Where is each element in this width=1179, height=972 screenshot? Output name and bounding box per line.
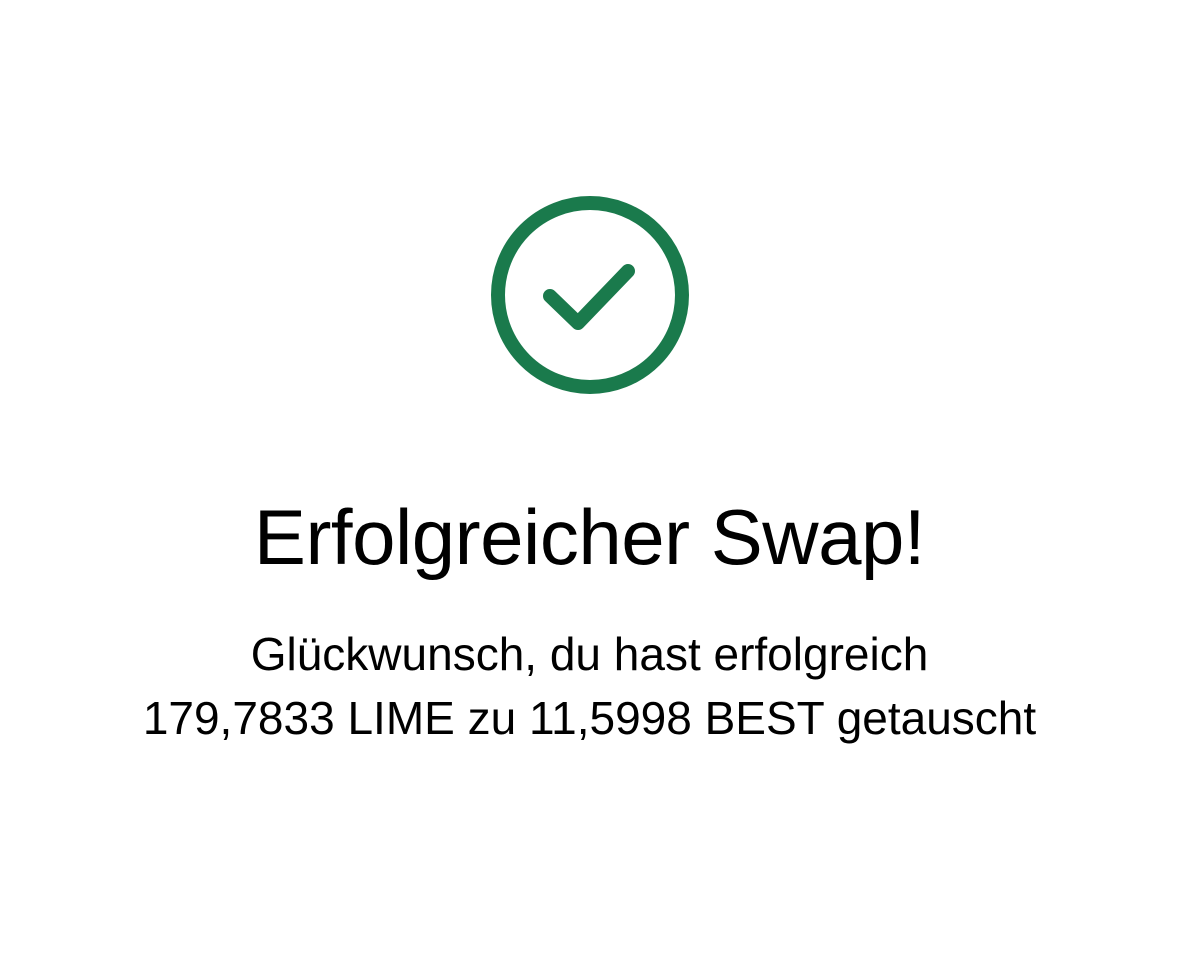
check-circle-icon <box>490 195 690 395</box>
success-message: Glückwunsch, du hast erfolgreich 179,783… <box>0 622 1179 750</box>
success-title: Erfolgreicher Swap! <box>253 493 926 581</box>
success-message-line1: Glückwunsch, du hast erfolgreich <box>250 628 929 680</box>
success-message-line2: 179,7833 LIME zu 11,5998 BEST getauscht <box>142 692 1037 744</box>
swap-success-screen: Erfolgreicher Swap! Glückwunsch, du hast… <box>0 0 1179 972</box>
